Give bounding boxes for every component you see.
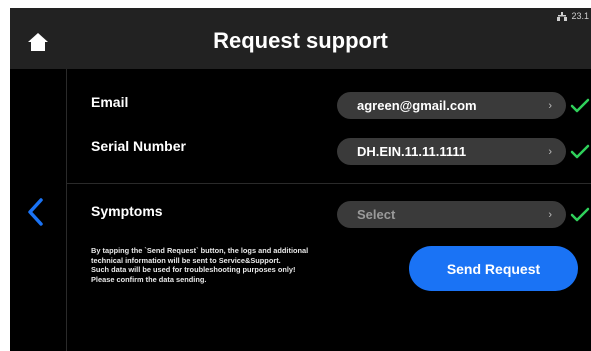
- sidebar-divider: [66, 69, 67, 351]
- email-label: Email: [91, 94, 129, 110]
- status-indicator: 23.1: [557, 11, 589, 21]
- send-request-button[interactable]: Send Request: [409, 246, 578, 291]
- chevron-right-icon: ›: [548, 208, 552, 221]
- notice-line: Such data will be used for troubleshooti…: [91, 265, 296, 275]
- email-field[interactable]: agreen@gmail.com ›: [337, 92, 566, 119]
- chevron-left-icon[interactable]: [26, 198, 44, 226]
- status-value: 23.1: [571, 11, 589, 21]
- notice-line: Please confirm the data sending.: [91, 274, 207, 284]
- section-divider: [67, 183, 591, 184]
- serial-number-value: DH.EIN.11.11.1111: [357, 144, 467, 159]
- header-bar: Request support 23.1: [10, 8, 591, 69]
- symptoms-label: Symptoms: [91, 203, 163, 219]
- notice-line: technical information will be sent to Se…: [91, 255, 281, 265]
- email-value: agreen@gmail.com: [357, 98, 477, 113]
- serial-check-icon: [570, 144, 590, 159]
- serial-number-field[interactable]: DH.EIN.11.11.1111 ›: [337, 138, 566, 165]
- notice-line: By tapping the `Send Request` button, th…: [91, 246, 309, 255]
- symptoms-select[interactable]: Select ›: [337, 201, 566, 228]
- email-check-icon: [570, 98, 590, 113]
- request-support-screen: Request support 23.1 Email agreen@gmail.…: [10, 8, 591, 351]
- symptoms-placeholder: Select: [357, 207, 396, 222]
- chevron-right-icon: ›: [548, 145, 552, 158]
- serial-number-label: Serial Number: [91, 138, 186, 154]
- consent-notice: By tapping the `Send Request` button, th…: [91, 246, 381, 284]
- symptoms-check-icon: [570, 207, 590, 222]
- network-icon: [557, 11, 568, 21]
- page-title: Request support: [213, 28, 388, 53]
- chevron-right-icon: ›: [548, 99, 552, 112]
